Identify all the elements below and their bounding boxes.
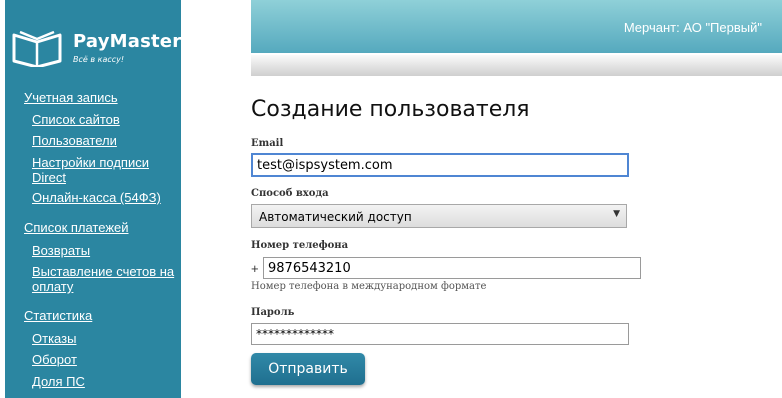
triangle-down-icon: ▼ [613,209,620,219]
sidebar: PayMaster Всё в кассу! Учетная запись Сп… [5,0,181,398]
login-method-label: Способ входа [251,188,329,199]
sidebar-item-turnover[interactable]: Оборот [32,352,182,367]
brand-tagline: Всё в кассу! [73,55,125,64]
password-field[interactable] [251,323,629,345]
email-field[interactable] [251,153,629,177]
phone-label: Номер телефона [251,240,349,251]
sidebar-item-refunds[interactable]: Возвраты [32,243,182,258]
sidebar-item-invoices[interactable]: Выставление счетов на оплату [32,264,182,294]
sidebar-item-declines[interactable]: Отказы [32,331,182,346]
phone-prefix: + [251,261,259,276]
header-bar: Мерчант: АО "Первый" [251,0,782,53]
merchant-label: Мерчант: АО "Первый" [623,20,762,35]
sidebar-item-ps-share[interactable]: Доля ПС [32,374,182,389]
sidebar-item-statistics[interactable]: Статистика [24,308,92,323]
password-label: Пароль [251,307,295,318]
phone-field[interactable] [263,257,641,279]
sidebar-item-payments[interactable]: Список платежей [24,220,129,235]
open-book-logo-icon [12,30,62,67]
brand-logo[interactable]: PayMaster Всё в кассу! [11,24,181,68]
phone-hint: Номер телефона в международном формате [251,281,487,292]
sidebar-item-account[interactable]: Учетная запись [24,90,118,105]
login-method-selected: Автоматический доступ [259,210,412,224]
email-label: Email [251,138,284,149]
brand-name: PayMaster [73,31,182,52]
sidebar-item-sites[interactable]: Список сайтов [32,112,182,127]
login-method-select[interactable]: Автоматический доступ ▼ [251,204,627,228]
submit-button[interactable]: Отправить [251,353,365,385]
toolbar-strip [251,55,782,76]
sidebar-item-direct-signature[interactable]: Настройки подписи Direct [32,155,182,185]
sidebar-item-online-kassa[interactable]: Онлайн-касса (54ФЗ) [32,190,182,205]
page-title: Создание пользователя [251,97,530,122]
sidebar-item-users[interactable]: Пользователи [32,133,182,148]
